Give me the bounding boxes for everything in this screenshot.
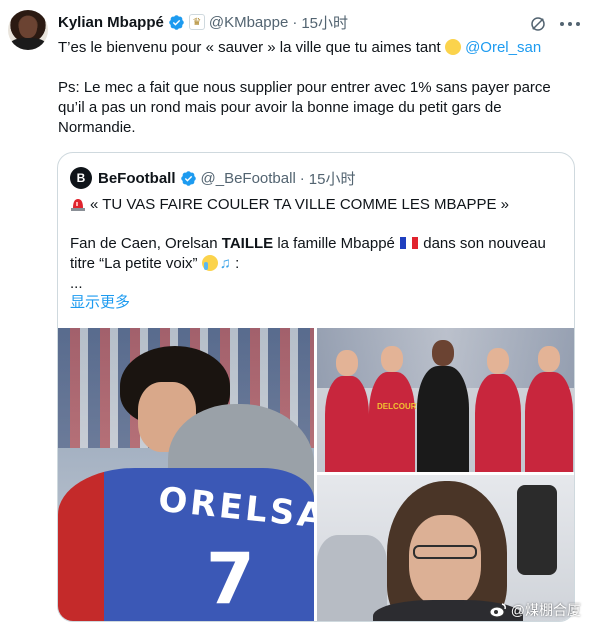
quote-body: Fan de Caen, Orelsan TAILLE la famille M… — [70, 235, 546, 272]
watermark-text: @煤棚合厦 — [510, 602, 581, 618]
verified-badge-icon — [169, 14, 184, 30]
real-madrid-badge-icon[interactable]: ♛ — [188, 14, 205, 30]
quote-time[interactable]: 15小时 — [309, 168, 356, 189]
glasses — [413, 545, 477, 559]
show-more-link[interactable]: 显示更多 — [70, 291, 130, 312]
tweet-text: T’es le bienvenu pour « sauver » la vill… — [58, 38, 578, 138]
music-note-icon: ♫ — [219, 255, 231, 272]
avatar-shirt — [10, 38, 46, 50]
quote-separator: · — [299, 169, 305, 187]
avatar-face — [19, 16, 37, 38]
person-red-4 — [525, 346, 573, 472]
relieved-face-icon — [444, 39, 461, 55]
tweet-time[interactable]: 15小时 — [301, 12, 348, 33]
siren-icon — [71, 199, 85, 211]
quote-author-name[interactable]: BeFootball — [98, 170, 176, 187]
grok-icon[interactable] — [529, 15, 547, 33]
quote-media-grid: ORELSAN 7 DELCOURT — [58, 328, 574, 621]
author-handle[interactable]: @KMbappe — [209, 14, 288, 31]
tweet-text-line1: T’es le bienvenu pour « sauver » la vill… — [58, 39, 542, 56]
quote-text: « TU VAS FAIRE COULER TA VILLE COMME LES… — [70, 195, 560, 294]
more-icon[interactable] — [560, 16, 580, 32]
weibo-icon — [489, 603, 506, 618]
quoted-tweet[interactable]: B BeFootball @_BeFootball · 15小时 « TU VA… — [57, 152, 575, 622]
author-name[interactable]: Kylian Mbappé — [58, 14, 164, 31]
quote-ellipsis: ... — [70, 275, 83, 292]
header-separator: · — [292, 13, 298, 31]
tweet: Kylian Mbappé ♛ @KMbappe · 15小时 T’es le … — [0, 0, 591, 628]
person-red-1 — [325, 350, 369, 472]
person-red-2: DELCOURT — [369, 346, 421, 472]
crying-face-icon — [201, 255, 218, 271]
quote-author-handle[interactable]: @_BeFootball — [201, 170, 296, 187]
weibo-watermark: @煤棚合厦 — [489, 600, 581, 620]
tweet-text-ps: Ps: Le mec a fait que nous supplier pour… — [58, 79, 551, 136]
author-avatar[interactable] — [8, 10, 48, 50]
tweet-header: Kylian Mbappé ♛ @KMbappe · 15小时 — [58, 12, 348, 32]
media-photo-team-group[interactable]: DELCOURT — [317, 328, 574, 472]
background-camera — [517, 485, 557, 575]
befootball-avatar[interactable]: B — [70, 167, 92, 189]
face — [409, 515, 481, 607]
france-flag-icon — [400, 235, 419, 249]
media-photo-orelsan-jersey[interactable]: ORELSAN 7 — [58, 328, 314, 621]
quote-headline: « TU VAS FAIRE COULER TA VILLE COMME LES… — [70, 195, 560, 215]
person-black — [417, 340, 469, 472]
verified-badge-icon — [180, 170, 196, 186]
person-red-3 — [475, 348, 521, 472]
quote-header: B BeFootball @_BeFootball · 15小时 — [70, 167, 355, 189]
jersey-number-text: 7 — [206, 538, 255, 620]
mention-link[interactable]: @Orel_san — [465, 39, 541, 56]
